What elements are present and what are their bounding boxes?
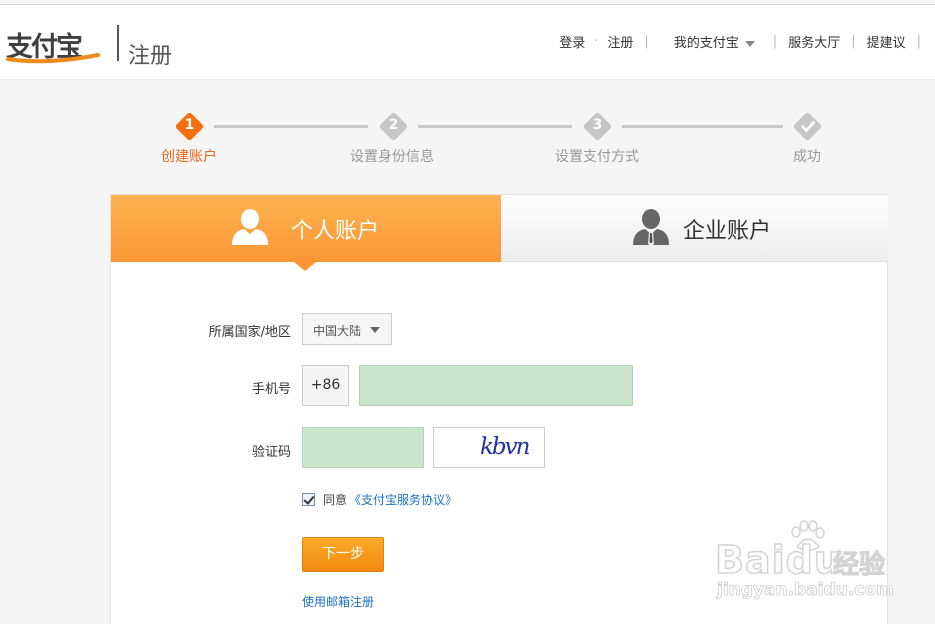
captcha-label: 验证码	[251, 445, 291, 460]
baidu-jingyan-watermark: Baidu 经验 jingyan.baidu.com	[714, 520, 894, 610]
header: 支付宝 注册 登录 · 注册 | 我的支付宝 | 服务大厅 | 提建议 |	[0, 5, 935, 80]
top-nav: 登录 · 注册 | 我的支付宝 | 服务大厅 | 提建议 |	[559, 32, 921, 51]
service-hall-link[interactable]: 服务大厅	[788, 32, 840, 51]
check-icon	[801, 121, 815, 132]
step-1-marker: 1	[174, 111, 205, 142]
watermark-url: jingyan.baidu.com	[717, 580, 895, 601]
page-title: 注册	[128, 44, 173, 69]
nav-separator: |	[851, 34, 856, 49]
step-connector	[418, 125, 572, 128]
phone-input[interactable]	[359, 365, 633, 406]
captcha-image[interactable]: kbvn	[433, 427, 545, 468]
my-alipay-menu[interactable]: 我的支付宝	[674, 32, 755, 51]
captcha-input[interactable]	[302, 427, 424, 468]
nav-separator: |	[772, 34, 778, 49]
register-link[interactable]: 注册	[607, 32, 633, 51]
watermark-brand: Baidu	[714, 537, 842, 583]
next-button[interactable]: 下一步	[302, 537, 384, 572]
country-label: 所属国家/地区	[208, 325, 291, 340]
alipay-logo[interactable]: 支付宝	[6, 23, 100, 64]
login-link[interactable]: 登录	[559, 32, 585, 51]
step-4-marker	[792, 111, 823, 142]
phone-label: 手机号	[251, 382, 291, 397]
watermark-brand-cn: 经验	[832, 550, 886, 581]
chevron-down-icon	[370, 327, 380, 333]
nav-separator: |	[644, 34, 649, 49]
logo-swoosh-icon	[6, 53, 100, 64]
business-person-icon	[633, 209, 669, 246]
tab-business-label: 企业账户	[683, 219, 772, 244]
step-2-label: 设置身份信息	[350, 149, 434, 165]
my-alipay-label: 我的支付宝	[673, 36, 739, 51]
suggest-link[interactable]: 提建议	[867, 32, 906, 51]
step-1-label: 创建账户	[161, 149, 217, 165]
tab-personal-account[interactable]: 个人账户	[111, 195, 501, 271]
step-connector	[622, 125, 783, 128]
country-select[interactable]: 中国大陆	[302, 313, 392, 345]
agree-text: 同意	[323, 493, 348, 507]
header-divider	[117, 25, 119, 61]
country-value: 中国大陆	[313, 324, 362, 338]
phone-country-code: +86	[302, 365, 349, 406]
step-3-label: 设置支付方式	[555, 149, 639, 165]
step-3-marker: 3	[582, 111, 613, 142]
step-connector	[214, 125, 368, 128]
agreement-link[interactable]: 《支付宝服务协议》	[349, 491, 457, 508]
progress-steps: 1 2 3 创建账户 设置身份信息 设置支付方式 成功	[0, 108, 935, 168]
email-register-link[interactable]: 使用邮箱注册	[302, 593, 374, 610]
agreement-row: 同意 《支付宝服务协议》	[302, 491, 457, 508]
dropdown-caret-icon	[744, 40, 755, 47]
step-2-marker: 2	[378, 111, 409, 142]
tab-business-account[interactable]: 企业账户	[501, 195, 888, 262]
agree-checkbox[interactable]	[302, 493, 315, 506]
nav-separator: ·	[594, 34, 599, 49]
step-4-label: 成功	[793, 149, 821, 165]
nav-separator: |	[916, 34, 921, 49]
person-icon	[232, 209, 268, 245]
tab-personal-label: 个人账户	[291, 219, 380, 244]
captcha-text: kbvn	[480, 434, 530, 460]
